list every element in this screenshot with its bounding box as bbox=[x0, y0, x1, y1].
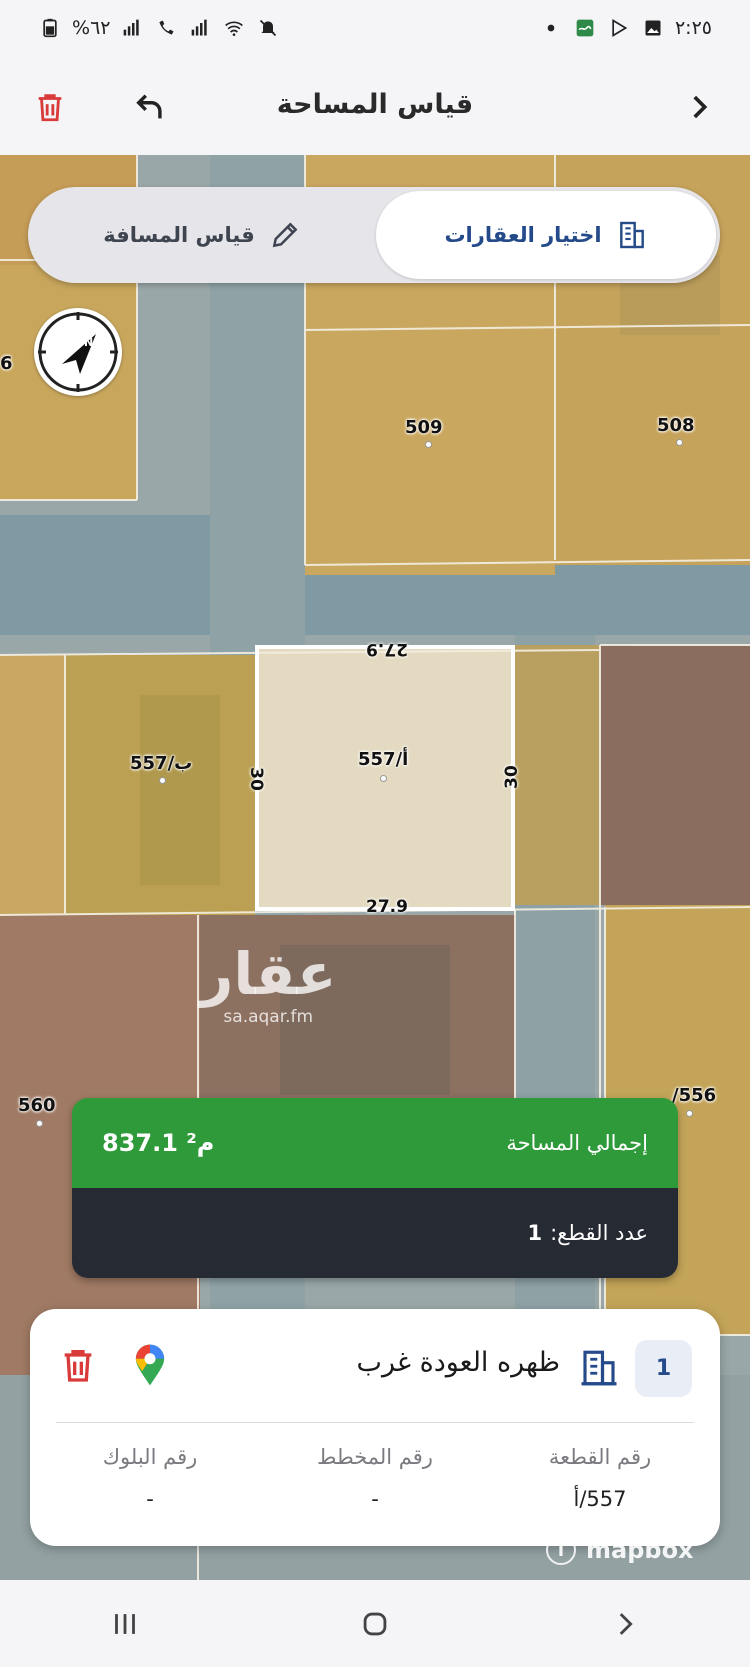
aqar-watermark: عقار sa.aqar.fm bbox=[200, 945, 337, 1027]
total-area-value: 837.1 م² bbox=[102, 1129, 215, 1157]
notification-dot-icon bbox=[539, 17, 563, 39]
plot-label-509: 509 bbox=[405, 417, 443, 438]
measure-distance-label: قياس المسافة bbox=[103, 223, 255, 247]
recent-apps-button[interactable] bbox=[95, 1599, 155, 1649]
plot-label-508: 508 bbox=[657, 415, 695, 436]
chevron-left-icon bbox=[693, 95, 708, 119]
compass-icon: N bbox=[38, 312, 118, 392]
parcel-number-head: رقم القطعة bbox=[548, 1445, 652, 1469]
battery-icon bbox=[38, 17, 62, 39]
google-maps-icon[interactable] bbox=[130, 1343, 170, 1387]
pencil-icon bbox=[272, 222, 298, 248]
back-button[interactable] bbox=[677, 85, 721, 129]
wifi-icon bbox=[222, 17, 246, 39]
parcel-card: 1 ظهره العودة غرب رقم القطعة 557/أ رقم ا… bbox=[30, 1309, 720, 1546]
total-area-label: إجمالي المساحة bbox=[506, 1131, 648, 1155]
block-number-head: رقم البلوك bbox=[102, 1445, 198, 1469]
block-number-value: - bbox=[146, 1487, 154, 1511]
dimension-top: 27.9 bbox=[366, 639, 408, 659]
dimension-left: 30 bbox=[245, 767, 266, 791]
play-store-icon bbox=[607, 17, 631, 39]
select-properties-tab[interactable]: اختيار العقارات bbox=[376, 191, 716, 279]
page-title: قياس المساحة bbox=[276, 89, 474, 120]
plot-label-557a: 557/أ bbox=[358, 749, 409, 770]
dimension-bottom: 27.9 bbox=[366, 897, 408, 917]
aqar-app-icon bbox=[573, 17, 597, 39]
home-button[interactable] bbox=[345, 1599, 405, 1649]
recent-apps-icon bbox=[115, 1613, 135, 1634]
map-view[interactable]: 509 508 557/أ 557/ب 560 /556 6 27.9 27.9… bbox=[0, 155, 750, 1580]
parcel-divider bbox=[56, 1422, 694, 1423]
plot-marker[interactable] bbox=[676, 439, 683, 446]
system-back-button[interactable] bbox=[595, 1599, 655, 1649]
total-area-card: إجمالي المساحة 837.1 م² عدد القطع: 1 bbox=[72, 1098, 678, 1278]
watermark-url: sa.aqar.fm bbox=[223, 1007, 314, 1027]
home-icon bbox=[363, 1612, 387, 1635]
parcel-number-value: 557/أ bbox=[573, 1487, 627, 1511]
status-left: %٦٢ bbox=[38, 17, 280, 39]
block-number-column: رقم البلوك - bbox=[50, 1445, 250, 1511]
mode-switch: اختيار العقارات قياس المسافة bbox=[28, 187, 720, 283]
mapbox-attribution: i mapbox bbox=[546, 1535, 694, 1565]
plot-marker[interactable] bbox=[159, 777, 166, 784]
status-right: ٢:٢٥ bbox=[539, 17, 712, 39]
select-properties-label: اختيار العقارات bbox=[444, 223, 602, 247]
battery-percent: %٦٢ bbox=[72, 16, 111, 39]
parcel-number-column: رقم القطعة 557/أ bbox=[500, 1445, 700, 1511]
status-time: ٢:٢٥ bbox=[674, 16, 712, 39]
pieces-count-value: 1 bbox=[527, 1221, 543, 1245]
app-header: قياس المساحة bbox=[0, 55, 750, 155]
gallery-icon bbox=[641, 17, 665, 39]
plot-marker[interactable] bbox=[36, 1120, 43, 1127]
plot-marker[interactable] bbox=[686, 1110, 693, 1117]
watermark-logo: عقار bbox=[200, 940, 337, 1008]
chevron-right-icon bbox=[619, 1612, 633, 1635]
compass-button[interactable]: N bbox=[34, 308, 122, 396]
call-signal-2-icon bbox=[154, 17, 178, 39]
parcel-header-row: 1 ظهره العودة غرب bbox=[30, 1309, 720, 1422]
parcel-name: ظهره العودة غرب bbox=[356, 1347, 560, 1378]
plan-number-head: رقم المخطط bbox=[317, 1445, 433, 1469]
pieces-count-label: عدد القطع: bbox=[550, 1221, 648, 1245]
plot-label-557b: 557/ب bbox=[130, 753, 193, 774]
plan-number-column: رقم المخطط - bbox=[275, 1445, 475, 1511]
total-area-row: إجمالي المساحة 837.1 م² bbox=[72, 1098, 678, 1188]
parcel-index-badge: 1 bbox=[635, 1340, 692, 1397]
plan-number-value: - bbox=[371, 1487, 379, 1511]
building-icon bbox=[581, 1350, 617, 1386]
dimension-right: 30 bbox=[501, 765, 522, 789]
system-nav-bar bbox=[0, 1580, 750, 1667]
plot-marker[interactable] bbox=[425, 441, 432, 448]
plot-label-560: 560 bbox=[18, 1095, 56, 1116]
call-signal-3-icon bbox=[188, 17, 212, 39]
measure-distance-tab[interactable]: قياس المسافة bbox=[32, 191, 372, 279]
status-bar: %٦٢ ٢:٢٥ bbox=[0, 0, 750, 55]
svg-text:N: N bbox=[84, 336, 93, 349]
mute-icon bbox=[256, 17, 280, 39]
pieces-count-row: عدد القطع: 1 bbox=[72, 1188, 678, 1278]
plot-label-556: /556 bbox=[672, 1085, 717, 1106]
plot-marker[interactable] bbox=[380, 775, 387, 782]
mapbox-logo: mapbox bbox=[586, 1536, 694, 1564]
call-signal-1-icon bbox=[120, 17, 144, 39]
info-icon[interactable]: i bbox=[546, 1535, 576, 1565]
building-icon bbox=[619, 221, 644, 249]
trash-icon[interactable] bbox=[58, 1343, 98, 1387]
plot-label-edge: 6 bbox=[0, 353, 13, 374]
